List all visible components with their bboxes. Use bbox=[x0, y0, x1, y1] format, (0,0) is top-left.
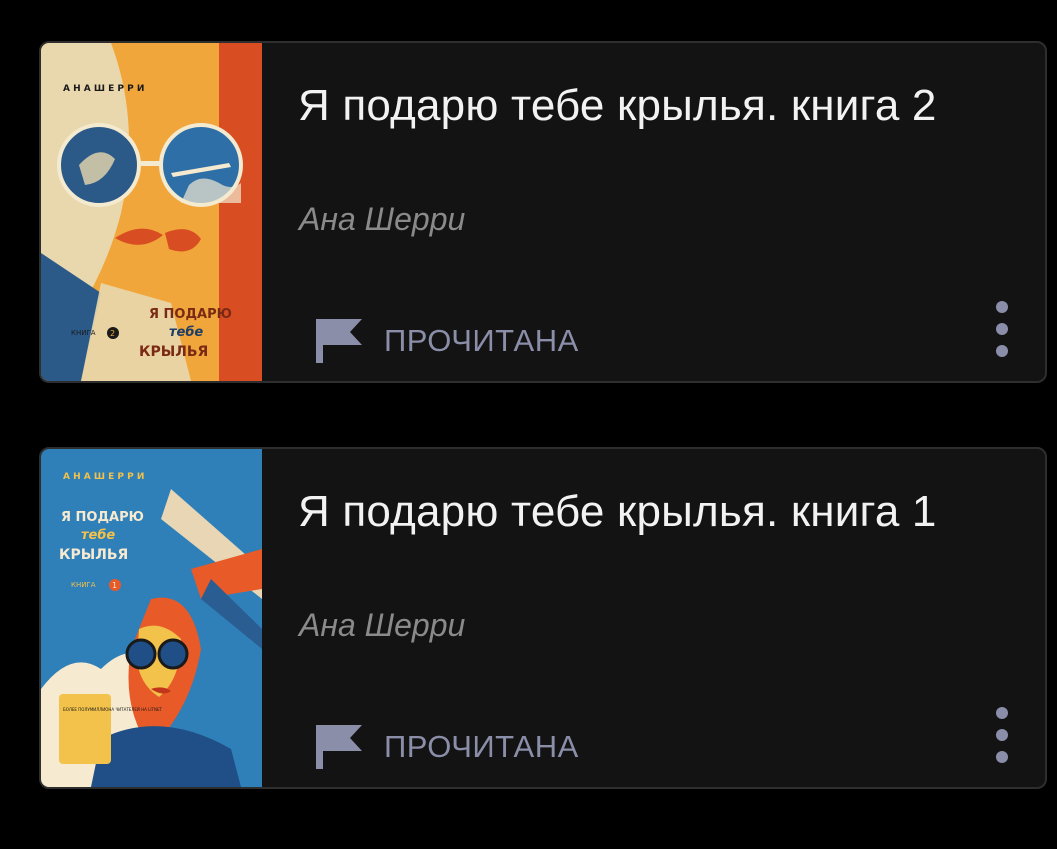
book-card[interactable]: А Н А Ш Е Р Р И Я ПОДАРЮ тебе КРЫЛЬЯ КНИ… bbox=[39, 41, 1047, 383]
book-title[interactable]: Я подарю тебе крылья. книга 2 bbox=[298, 77, 978, 135]
read-status-label: ПРОЧИТАНА bbox=[384, 729, 579, 764]
cover-author-caption: А Н А Ш Е Р Р И bbox=[63, 84, 144, 94]
read-status-label: ПРОЧИТАНА bbox=[384, 323, 579, 358]
more-vertical-icon[interactable] bbox=[985, 707, 1019, 763]
more-vertical-icon[interactable] bbox=[985, 301, 1019, 357]
read-status-button[interactable]: ПРОЧИТАНА bbox=[314, 319, 579, 363]
flag-icon bbox=[316, 319, 362, 363]
cover-title-line3: КРЫЛЬЯ bbox=[139, 344, 208, 360]
book-title[interactable]: Я подарю тебе крылья. книга 1 bbox=[298, 483, 978, 541]
cover-badge: БОЛЕЕ ПОЛУМИЛЛИОНА ЧИТАТЕЛЕЙ НА LITNET bbox=[63, 707, 163, 712]
cover-book-label: КНИГА bbox=[71, 581, 96, 589]
book-cover-image[interactable]: А Н А Ш Е Р Р И Я ПОДАРЮ тебе КРЫЛЬЯ КНИ… bbox=[41, 43, 262, 381]
cover-book-number: 2 bbox=[110, 329, 115, 338]
book-cover-image[interactable]: БОЛЕЕ ПОЛУМИЛЛИОНА ЧИТАТЕЛЕЙ НА LITNET А… bbox=[41, 449, 262, 787]
book-author: Ана Шерри bbox=[299, 607, 466, 643]
cover-title-line2: тебе bbox=[81, 528, 115, 543]
read-status-button[interactable]: ПРОЧИТАНА bbox=[314, 725, 579, 769]
flag-icon bbox=[316, 725, 362, 769]
cover-title-line3: КРЫЛЬЯ bbox=[59, 547, 128, 563]
book-card[interactable]: БОЛЕЕ ПОЛУМИЛЛИОНА ЧИТАТЕЛЕЙ НА LITNET А… bbox=[39, 447, 1047, 789]
book-author: Ана Шерри bbox=[299, 201, 466, 237]
cover-book-number: 1 bbox=[112, 581, 117, 590]
cover-title-line1: Я ПОДАРЮ bbox=[149, 307, 232, 322]
cover-title-line2: тебе bbox=[169, 325, 203, 340]
cover-title-line1: Я ПОДАРЮ bbox=[61, 510, 144, 525]
cover-book-label: КНИГА bbox=[71, 329, 96, 337]
cover-author-caption: А Н А Ш Е Р Р И bbox=[63, 472, 144, 482]
